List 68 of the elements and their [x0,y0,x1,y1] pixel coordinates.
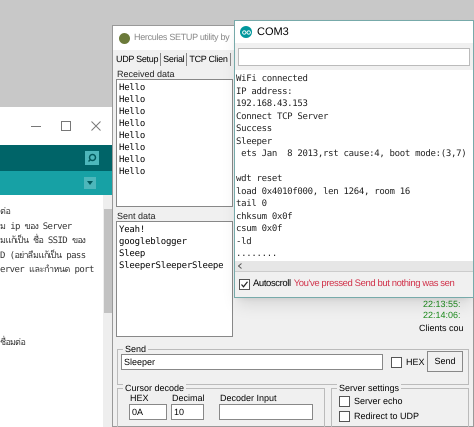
dropdown-icon[interactable] [84,177,96,189]
data-line: Hello [119,106,146,118]
maximize-icon[interactable] [61,121,71,131]
window-title: Hercules SETUP utility by [134,31,230,44]
log-entry: 22:13:55: [423,299,461,310]
data-line: Sleep [119,248,146,260]
tab[interactable]: TCP Clien [187,53,231,66]
output-line: load 0x4010f000, len 1264, room 16 [236,186,410,198]
code-line: ม ip ของ Server [0,220,73,234]
section-label: Received data [117,68,175,81]
output-line: IP address: [236,86,292,98]
data-line: Hello [119,118,146,130]
scroll-left-icon[interactable] [238,263,242,269]
output-line: ets Jan 8 2013,rst cause:4, boot mode:(3,7) [240,148,466,160]
input-field[interactable] [219,404,313,420]
data-line: Hello [119,94,146,106]
checkbox-label: HEX [406,356,425,369]
scrollbar[interactable] [103,195,113,427]
checkbox-label: Server echo [354,395,403,408]
code-line: D (อย่าลืมแก้เป็น pass [0,248,87,262]
input-field[interactable]: 0A [129,404,167,420]
data-line: SleeperSleeperSleepe [119,260,224,272]
app-icon [240,26,252,38]
output-line: ........ [236,248,277,260]
close-icon[interactable] [91,121,101,131]
clients-label: Clients cou [419,322,464,335]
window-title: COM3 [257,24,289,40]
tab[interactable]: Serial [161,53,188,66]
tab[interactable]: UDP Setup [114,53,162,66]
data-line: Hello [119,166,146,178]
data-line: Hello [119,142,146,154]
log-entry: 22:14:06: [423,310,461,321]
scrollbar[interactable] [235,261,473,271]
code-line: ชื่อมต่อ [0,336,26,350]
status-message: You've pressed Send but nothing was sen [294,277,454,292]
input-field[interactable] [238,48,470,66]
output-line: Connect TCP Server [236,110,328,123]
code-line: erver และกำหนด port [0,264,95,277]
data-line: Hello [119,82,146,94]
input-field[interactable]: 10 [171,404,204,420]
output-line: csum 0x0f [236,223,282,236]
data-line: Yeah! [119,224,146,236]
app-icon [119,32,130,44]
output-line: -ld [236,236,252,248]
code-line: ต่อ [0,206,12,219]
output-line: WiFi connected [236,73,308,86]
output-line: tail 0 [236,198,267,210]
checkbox[interactable] [391,357,402,368]
output-line: chksum 0x0f [236,210,292,223]
data-line: Hello [119,154,146,166]
checkbox[interactable] [339,411,350,422]
data-line: googleblogger [119,236,187,248]
search-icon[interactable] [85,151,99,165]
send-field[interactable]: Sleeper [121,354,383,370]
output-line: 192.168.43.153 [236,98,308,110]
code-line: มแก้เป็น ชื่อ SSID ของ [0,234,103,248]
field-label: Decoder Input [220,392,277,405]
data-line: Hello [119,130,146,142]
send-button[interactable]: Send [427,351,463,372]
output-line: Sleeper [236,136,272,148]
checkbox[interactable] [339,396,350,408]
checkbox-label: Autoscroll [253,277,291,292]
group-label: Server settings [337,382,402,396]
checkbox-label: Redirect to UDP [354,410,420,423]
section-label: Sent data [117,210,156,223]
checkbox[interactable] [239,279,250,290]
output-line: Success [236,123,272,136]
output-line: wdt reset [236,173,282,186]
